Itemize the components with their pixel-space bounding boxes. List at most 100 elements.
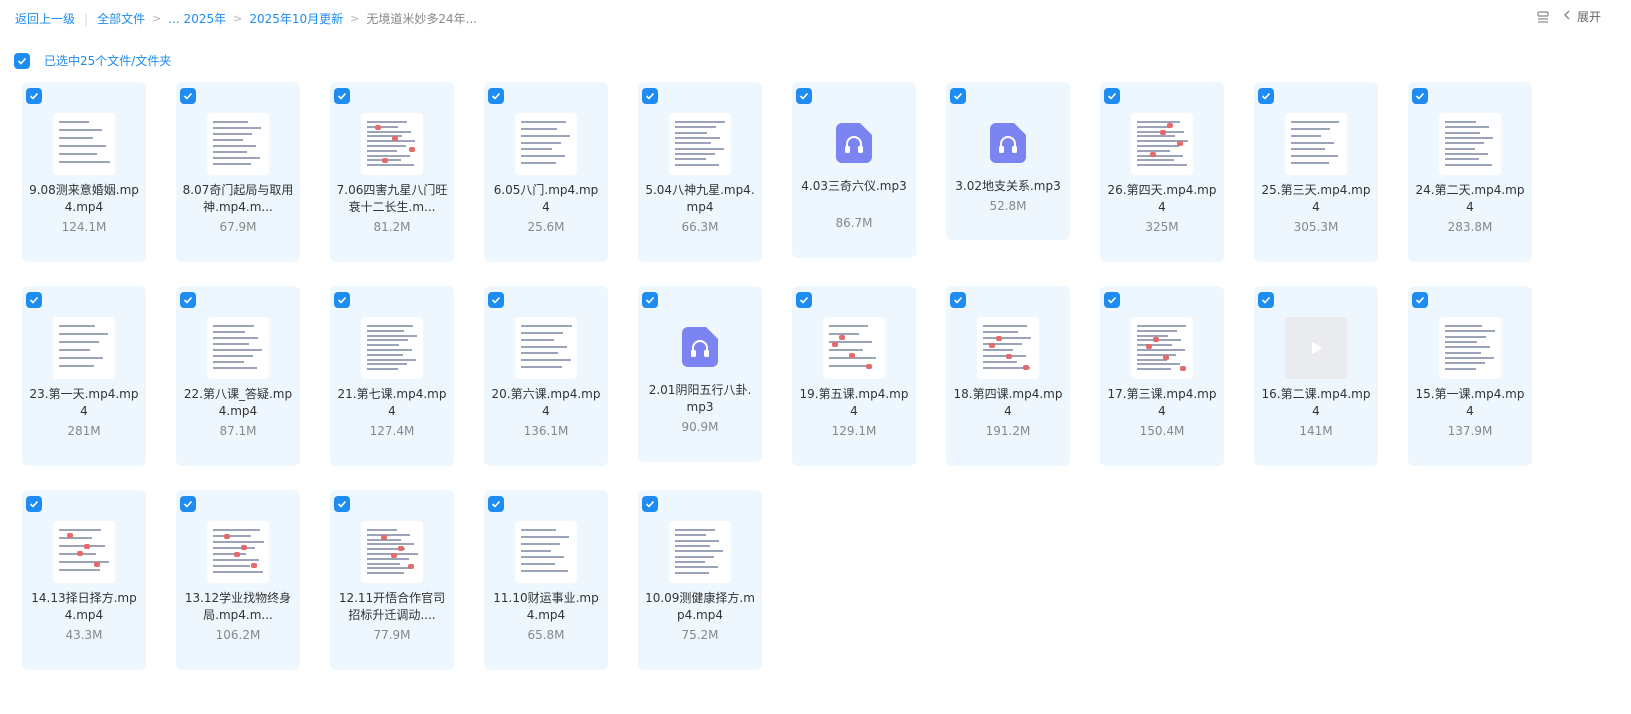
video-thumbnail [53,317,115,379]
back-link[interactable]: 返回上一级 [15,10,75,27]
video-thumbnail [1285,317,1347,379]
file-size: 81.2M [373,220,411,234]
breadcrumb: 返回上一级 | 全部文件 > ... 2025年 > 2025年10月更新 > … [15,10,477,27]
file-name: 18.第四课.mp4.mp4 [953,387,1063,418]
video-thumbnail [823,317,885,379]
file-name: 11.10财运事业.mp4.mp4 [493,591,599,622]
file-name: 17.第三课.mp4.mp4 [1107,387,1217,418]
file-checkbox[interactable] [488,88,504,104]
file-checkbox[interactable] [642,88,658,104]
file-card[interactable]: 22.第八课_答疑.mp4.mp4 87.1M [176,286,300,466]
file-checkbox[interactable] [26,496,42,512]
check-icon [953,92,963,100]
file-card[interactable]: 25.第三天.mp4.mp4 305.3M [1254,82,1378,262]
file-card[interactable]: 5.04八神九星.mp4.mp4 66.3M [638,82,762,262]
file-checkbox[interactable] [180,292,196,308]
breadcrumb-collapsed[interactable]: ... 2025年 [168,10,226,27]
file-size: 90.9M [681,420,719,434]
breadcrumb-current: 无境道米妙多24年... [366,12,478,26]
chevron-right-icon: > [350,12,360,25]
file-checkbox[interactable] [334,88,350,104]
file-card[interactable]: 14.13择日择方.mp4.mp4 43.3M [22,490,146,670]
expand-button[interactable]: 展开 [1561,8,1601,25]
breadcrumb-folder[interactable]: 2025年10月更新 [249,10,343,27]
audio-file-icon [836,123,872,163]
file-size: 281M [67,424,101,438]
file-checkbox[interactable] [334,496,350,512]
check-icon [1107,296,1117,304]
file-card[interactable]: 23.第一天.mp4.mp4 281M [22,286,146,466]
file-checkbox[interactable] [642,292,658,308]
video-thumbnail [1439,113,1501,175]
check-icon [183,500,193,508]
file-card[interactable]: 12.11开悟合作官司招标升迁调动.... 77.9M [330,490,454,670]
file-checkbox[interactable] [796,88,812,104]
file-checkbox[interactable] [334,292,350,308]
file-checkbox[interactable] [642,496,658,512]
file-name: 10.09测健康择方.mp4.mp4 [645,591,755,622]
select-all-bar: 已选中25个文件/文件夹 [14,52,171,69]
file-card[interactable]: 8.07奇门起局与取用神.mp4.m... 67.9M [176,82,300,262]
file-card[interactable]: 19.第五课.mp4.mp4 129.1M [792,286,916,466]
file-size: 67.9M [219,220,257,234]
check-icon [29,500,39,508]
file-size: 325M [1145,220,1179,234]
file-checkbox[interactable] [1412,292,1428,308]
check-icon [799,92,809,100]
video-thumbnail [207,317,269,379]
file-name: 5.04八神九星.mp4.mp4 [645,183,755,214]
file-checkbox[interactable] [1412,88,1428,104]
file-card[interactable]: 13.12学业找物终身局.mp4.m... 106.2M [176,490,300,670]
file-card[interactable]: 2.01阴阳五行八卦.mp3 90.9M [638,286,762,462]
file-size: 127.4M [369,424,415,438]
file-name: 14.13择日择方.mp4.mp4 [31,591,137,622]
file-checkbox[interactable] [1258,292,1274,308]
file-checkbox[interactable] [950,88,966,104]
file-checkbox[interactable] [488,496,504,512]
file-card[interactable]: 18.第四课.mp4.mp4 191.2M [946,286,1070,466]
select-all-checkbox[interactable] [14,52,30,69]
video-thumbnail [53,113,115,175]
file-name: 19.第五课.mp4.mp4 [799,387,909,418]
video-thumbnail [1439,317,1501,379]
file-card[interactable]: 3.02地支关系.mp3 52.8M [946,82,1070,240]
file-name: 2.01阴阳五行八卦.mp3 [648,383,752,414]
file-checkbox[interactable] [488,292,504,308]
file-checkbox[interactable] [180,88,196,104]
file-card[interactable]: 21.第七课.mp4.mp4 127.4M [330,286,454,466]
file-name: 6.05八门.mp4.mp4 [493,183,599,214]
file-card[interactable]: 24.第二天.mp4.mp4 283.8M [1408,82,1532,262]
file-card[interactable]: 11.10财运事业.mp4.mp4 65.8M [484,490,608,670]
file-name: 24.第二天.mp4.mp4 [1415,183,1525,214]
check-icon [953,296,963,304]
chevron-left-icon [1561,9,1573,24]
check-icon [1415,296,1425,304]
file-checkbox[interactable] [26,292,42,308]
file-card[interactable]: 4.03三奇六仪.mp3 86.7M [792,82,916,258]
file-card[interactable]: 9.08测来意婚姻.mp4.mp4 124.1M [22,82,146,262]
file-name: 20.第六课.mp4.mp4 [491,387,601,418]
file-checkbox[interactable] [26,88,42,104]
file-checkbox[interactable] [180,496,196,512]
file-size: 86.7M [835,216,873,230]
file-checkbox[interactable] [796,292,812,308]
file-card[interactable]: 17.第三课.mp4.mp4 150.4M [1100,286,1224,466]
video-thumbnail [207,113,269,175]
file-name: 3.02地支关系.mp3 [955,179,1061,193]
file-card[interactable]: 16.第二课.mp4.mp4 141M [1254,286,1378,466]
file-card[interactable]: 20.第六课.mp4.mp4 136.1M [484,286,608,466]
file-card[interactable]: 15.第一课.mp4.mp4 137.9M [1408,286,1532,466]
file-checkbox[interactable] [950,292,966,308]
file-card[interactable]: 6.05八门.mp4.mp4 25.6M [484,82,608,262]
file-card[interactable]: 7.06四害九星八门旺衰十二长生.m... 81.2M [330,82,454,262]
breadcrumb-root[interactable]: 全部文件 [97,10,145,27]
chevron-right-icon: > [233,12,243,25]
file-checkbox[interactable] [1104,292,1120,308]
file-name: 15.第一课.mp4.mp4 [1415,387,1525,418]
file-card[interactable]: 10.09测健康择方.mp4.mp4 75.2M [638,490,762,670]
file-checkbox[interactable] [1104,88,1120,104]
list-view-icon[interactable] [1535,9,1551,25]
file-checkbox[interactable] [1258,88,1274,104]
check-icon [799,296,809,304]
file-card[interactable]: 26.第四天.mp4.mp4 325M [1100,82,1224,262]
